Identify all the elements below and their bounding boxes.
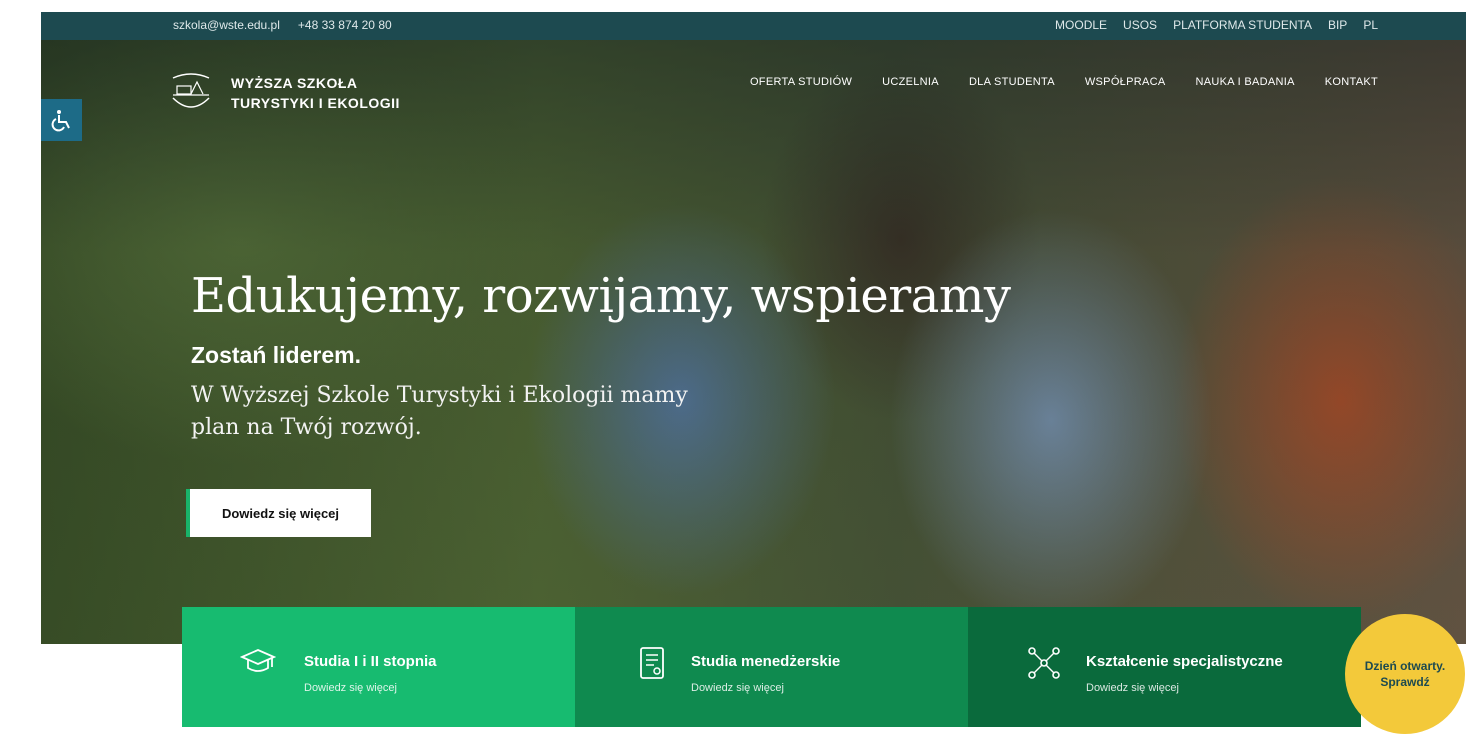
hero-lead-line-2: plan na Twój rozwój. [191,415,422,440]
wheelchair-icon [51,110,70,132]
nav-item-dla-studenta[interactable]: DLA STUDENTA [969,76,1055,88]
card-title: Kształcenie specjalistyczne [1086,653,1283,670]
contact-info: szkola@wste.edu.pl +48 33 874 20 80 [173,18,392,32]
hero-headline: Edukujemy, rozwijamy, wspieramy [191,268,1011,324]
open-day-badge[interactable]: Dzień otwarty. Sprawdź [1345,614,1465,734]
main-nav: OFERTA STUDIÓW UCZELNIA DLA STUDENTA WSP… [750,76,1378,88]
site-logo[interactable]: WYŻSZA SZKOŁA TURYSTYKI I EKOLOGII [169,70,400,116]
card-studia-menedzerskie[interactable]: Studia menedżerskie Dowiedz się więcej [575,607,968,727]
utility-link-moodle[interactable]: MOODLE [1055,18,1107,32]
nav-item-nauka-i-badania[interactable]: NAUKA I BADANIA [1196,76,1295,88]
utility-links: MOODLE USOS PLATFORMA STUDENTA BIP PL [1055,18,1378,32]
card-title: Studia I i II stopnia [304,653,437,670]
nav-item-kontakt[interactable]: KONTAKT [1325,76,1378,88]
learn-more-button[interactable]: Dowiedz się więcej [186,489,371,537]
accessibility-button[interactable] [41,99,82,141]
graduation-cap-icon [240,649,276,672]
utility-link-bip[interactable]: BIP [1328,18,1347,32]
network-icon [1028,647,1060,679]
phone-link[interactable]: +48 33 874 20 80 [298,18,392,32]
card-ksztalcenie-specjalistyczne[interactable]: Kształcenie specjalistyczne Dowiedz się … [968,607,1361,727]
language-switch[interactable]: PL [1363,18,1378,32]
card-link[interactable]: Dowiedz się więcej [691,682,784,694]
hero-banner: WYŻSZA SZKOŁA TURYSTYKI I EKOLOGII OFERT… [41,40,1466,644]
nav-item-oferta-studiow[interactable]: OFERTA STUDIÓW [750,76,852,88]
hero-lead: W Wyższej Szkole Turystyki i Ekologii ma… [191,380,811,444]
logo-line-1: WYŻSZA SZKOŁA [231,75,358,91]
hero-lead-line-1: W Wyższej Szkole Turystyki i Ekologii ma… [191,383,688,408]
open-day-line-1: Dzień otwarty. [1364,659,1446,673]
hero-subhead: Zostań liderem. [191,342,361,368]
logo-icon [172,73,210,108]
email-link[interactable]: szkola@wste.edu.pl [173,18,280,32]
logo-text: WYŻSZA SZKOŁA TURYSTYKI I EKOLOGII [231,73,400,113]
utility-link-student-platform[interactable]: PLATFORMA STUDENTA [1173,18,1312,32]
program-cards: Studia I i II stopnia Dowiedz się więcej… [182,607,1361,727]
card-link[interactable]: Dowiedz się więcej [1086,682,1179,694]
card-link[interactable]: Dowiedz się więcej [304,682,397,694]
card-title: Studia menedżerskie [691,653,841,670]
nav-item-uczelnia[interactable]: UCZELNIA [882,76,939,88]
top-info-bar: szkola@wste.edu.pl +48 33 874 20 80 MOOD… [41,12,1466,40]
utility-link-usos[interactable]: USOS [1123,18,1157,32]
certificate-icon [640,647,664,679]
logo-line-2: TURYSTYKI I EKOLOGII [231,95,400,111]
card-studia-i-ii-stopnia[interactable]: Studia I i II stopnia Dowiedz się więcej [182,607,575,727]
open-day-line-2: Sprawdź [1380,675,1430,689]
nav-item-wspolpraca[interactable]: WSPÓŁPRACA [1085,76,1166,88]
